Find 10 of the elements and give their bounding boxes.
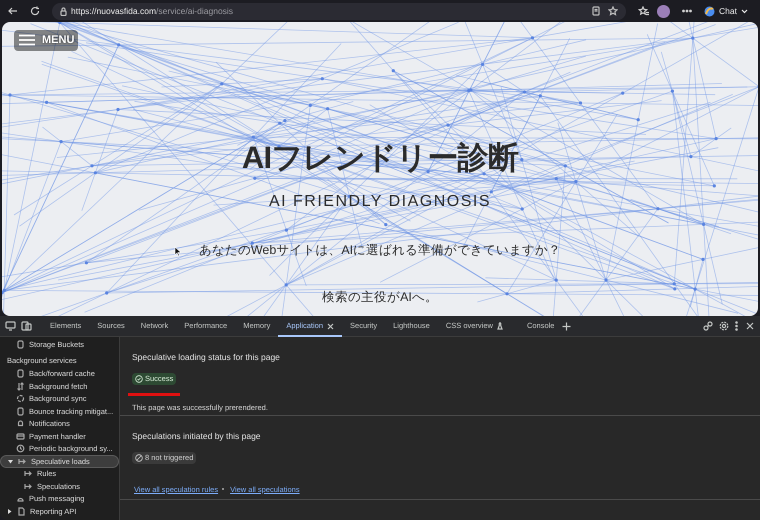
- chat-button[interactable]: Chat: [700, 4, 752, 18]
- section-title: Speculations initiated by this page: [132, 430, 262, 443]
- url-text: https://nuovasfida.com/service/ai-diagnosis: [71, 4, 234, 18]
- section-title: Speculative loading status for this page: [132, 351, 281, 364]
- page-subtitle: AI FRIENDLY DIAGNOSIS: [268, 192, 492, 212]
- menu-button[interactable]: MENU: [14, 30, 78, 50]
- page-title: AIフレンドリー診断: [242, 139, 518, 177]
- address-bar[interactable]: https://nuovasfida.com/service/ai-diagnosis: [52, 2, 626, 20]
- tagline: 検索の主役がAIへ。: [322, 289, 438, 306]
- intro-question: あなたのWebサイトは、AIに選ばれる準備ができていますか？: [198, 242, 562, 258]
